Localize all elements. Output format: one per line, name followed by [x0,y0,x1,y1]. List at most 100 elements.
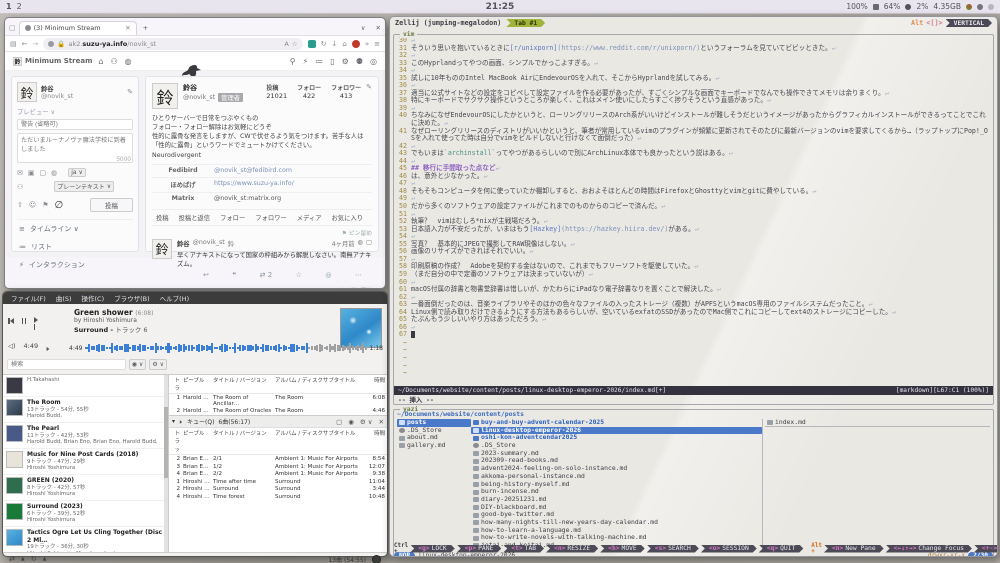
edit-icon[interactable]: ✎ [366,83,372,91]
track-row[interactable]: 3 Brian E… 1/2 Ambient 1: Music For Airport… [169,463,387,471]
dm-icon[interactable]: ✉ [17,169,23,177]
file-item[interactable]: 2023-summary.md [471,450,762,458]
browser-tab[interactable]: (3) Minimum Stream ✕ [18,20,137,35]
unlock-icon[interactable]: ▢ [40,169,47,177]
menu-3[interactable]: 操作(C) [82,293,105,303]
profile-tab-5[interactable]: メディア [293,213,326,222]
edit-profile-icon[interactable]: ✎ [127,88,133,96]
lock-icon[interactable]: ◉ [348,418,354,426]
folder-item[interactable]: buy-and-buy-advent-calendar-2025 [471,419,762,427]
col-header[interactable]: トラッ [171,429,183,453]
editor-content[interactable]: 30 ↵ 31 そういう思いを抱いているときに[r/unixporn](https:/… [394,35,993,380]
track-row[interactable]: 1 Harold … The Room of Ancillar… The Room 6:… [169,394,387,408]
profile-avatar[interactable]: 鈴 [152,83,178,109]
eye-off-icon[interactable]: ∅ [54,200,63,211]
album-scrollbar[interactable] [164,375,168,552]
album-row[interactable]: Music for Nine Post Cards (2018) 9トラック - … [3,449,168,475]
profile-stat[interactable]: フォロワー 413 [331,83,361,100]
reload-icon[interactable]: ↻ [321,40,327,48]
file-item[interactable]: .DS_Store [471,442,762,450]
file-item[interactable]: how-to-write-novels-with-talking-machine… [471,534,762,542]
user-icon[interactable]: ⚉ [356,57,363,66]
post-button[interactable]: 投稿 [90,198,133,212]
translate-icon[interactable]: A [284,40,288,48]
col-header[interactable]: タイトル / バージョン [213,376,275,392]
col-header[interactable]: ピープル [183,376,213,392]
back-icon[interactable]: ← [22,40,28,48]
track-row[interactable]: 4 Hiroshi … Time forest Surround 10:48 [169,493,387,501]
file-item[interactable]: being-history-myself.md [471,481,762,489]
menu-4[interactable]: ブラウザ(B) [114,293,150,303]
gear-icon[interactable]: ⚙ ∨ [360,418,373,426]
profile-tab-3[interactable]: フォロー [216,213,249,222]
content-type-select[interactable]: プレーンテキスト ∨ [54,181,115,192]
volume-knob[interactable] [372,554,381,563]
info-icon[interactable]: ◎ [370,57,377,66]
file-item[interactable]: advent2024-feeling-on-solo-instance.md [471,465,762,473]
album-row[interactable]: GREEN (2020) 8トラック - 42分, 57秒 Hiroshi Yosh… [3,475,168,501]
profile-tab-2[interactable]: 投稿と返信 [175,213,214,222]
file-item[interactable]: good-bye-twitter.md [471,511,762,519]
next-icon[interactable] [33,310,38,332]
track-row[interactable]: 2 Harold … The Room of Oracles The Room 4:46 [169,408,387,416]
track-row[interactable]: 2 Hiroshi … Surround Surround 3:44 [169,486,387,494]
profile-tab-1[interactable]: 投稿 [152,213,173,222]
folder-item[interactable]: linux-desktop-emperor-2026 [471,426,762,435]
warning-input[interactable] [17,119,133,130]
track-row[interactable]: 1 Hiroshi … Time after time Surround 11:04 [169,478,387,486]
lock-icon[interactable]: ▣ [28,169,35,177]
window-close-icon[interactable]: ✕ [376,24,381,32]
field-value[interactable]: @novik_st@fedibird.com [214,167,292,174]
preview-toggle[interactable]: プレビュー ∨ [17,107,133,116]
album-row[interactable]: The Room 13トラック - 54分, 55秒 Harold Budd, [3,397,168,423]
profile-stat[interactable]: フォロー 422 [297,83,321,100]
upload-icon[interactable]: ⇧ [17,201,23,209]
file-item[interactable]: burn-incense.md [471,488,762,496]
field-value[interactable]: https://www.suzu-ya.info/ [214,180,294,189]
sidebar-item-1[interactable]: ≡ タイムライン ∨ [17,220,133,238]
track-row[interactable]: 4 Brian E… 2/2 Ambient 1: Music For Airport… [169,470,387,478]
album-row[interactable]: Tactics Ogre Let Us Cling Together (Disc… [3,527,168,552]
shield-permissions-icon[interactable] [48,40,55,47]
share-icon[interactable]: ⌂ [342,40,346,48]
more-icon[interactable]: ⋯ [355,271,362,279]
users-icon[interactable]: ⚇ [110,57,117,66]
quote-icon[interactable]: ❝ [232,271,236,279]
file-item[interactable]: .DS_Store [397,427,471,435]
list-icon[interactable]: ≔ [315,57,323,66]
file-item[interactable]: akkoma-personal-instance.md [471,473,762,481]
shuffle-chevron-icon[interactable]: ▲ [21,556,25,562]
new-tab-button[interactable]: + [143,24,148,32]
album-row[interactable]: H.Takahashi [3,375,168,397]
editor-pane[interactable]: vim 30 ↵ 31 そういう思いを抱いているときに[r/unixporn](htt… [393,30,994,405]
copy-icon[interactable]: ▢ [336,418,342,426]
col-header[interactable]: 時間 [365,429,385,453]
reply-icon[interactable]: ↩ [203,271,209,279]
queue-headers[interactable]: トラッ ピープル タイトル / バージョン アルバム / ディスクサブタイトル 時間 [169,428,387,456]
file-item[interactable]: index.md [765,419,990,427]
queue-bar[interactable]: ▾ キュー(Q) 6曲(56:17) ▢ ◉ ⚙ ∨ ✕ [169,415,387,429]
download-icon[interactable]: ↓ [332,40,338,48]
home-icon[interactable]: ⌂ [98,57,103,66]
col-header[interactable]: アルバム / ディスクサブタイトル [275,376,365,392]
forward-icon[interactable]: → [33,40,39,48]
profile-tab-6[interactable]: お気に入り [328,213,367,222]
zap-icon[interactable]: ⚡ [303,57,309,66]
profile-tab-4[interactable]: フォロワー [251,213,290,222]
file-item[interactable]: DIY-blackboard.md [471,504,762,512]
profile-stat[interactable]: 投稿 21021 [266,83,287,100]
collapse-icon[interactable]: ▾ [172,418,175,425]
menu-2[interactable]: 曲(S) [56,293,72,303]
volume-icon[interactable]: ◁) [8,342,16,350]
people-icon[interactable]: ⚇ [17,183,23,191]
menu-5[interactable]: ヘルプ(H) [160,293,189,303]
tab-badge[interactable]: Tab #1 [506,19,545,27]
extension-teal-icon[interactable] [307,39,316,48]
avatar[interactable]: 鈴 [17,82,37,102]
col-header[interactable]: ピープル [183,429,213,453]
col-header[interactable]: 時間 [365,376,385,392]
file-item[interactable]: how-to-learn-a-language.md [471,527,762,535]
album-row[interactable]: Surround (2023) 6トラック - 39分, 52秒 Hiroshi Y… [3,501,168,527]
favorite-icon[interactable]: ☆ [296,271,302,279]
menu-icon[interactable]: ≡ [374,40,380,48]
